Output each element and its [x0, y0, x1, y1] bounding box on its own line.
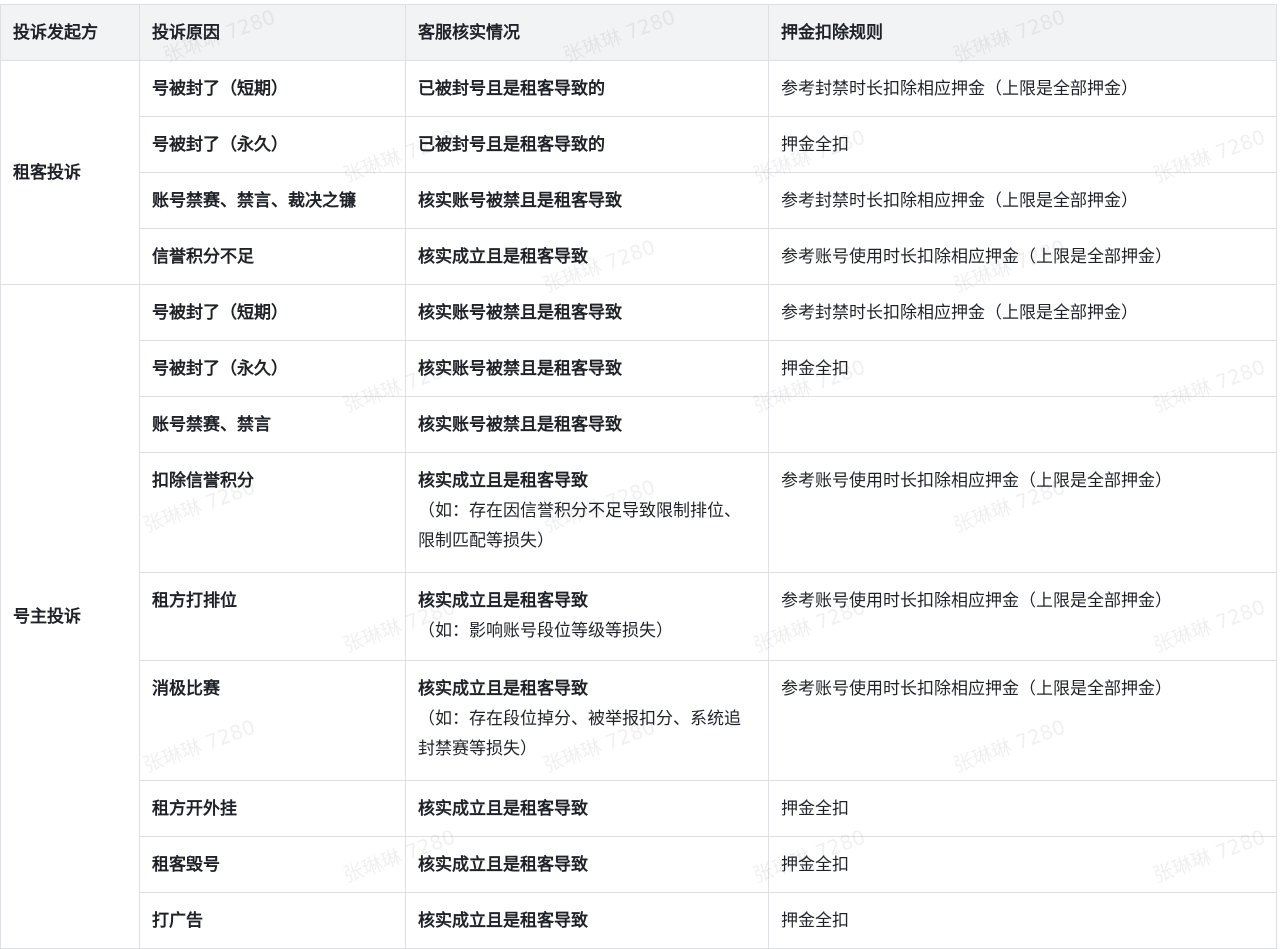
- verify-text: 核实账号被禁且是租客导致: [418, 303, 622, 323]
- rule-cell: [768, 396, 1277, 453]
- table-row: 信誉积分不足 核实成立且是租客导致 参考账号使用时长扣除相应押金（上限是全部押金…: [1, 228, 1277, 285]
- verify-cell: 已被封号且是租客导致的: [405, 60, 769, 117]
- verify-cell: 核实成立且是租客导致: [405, 892, 769, 949]
- reason-cell: 号被封了（短期）: [139, 60, 406, 117]
- table-row: 租方开外挂 核实成立且是租客导致 押金全扣: [1, 780, 1277, 837]
- verify-cell: 核实成立且是租客导致 （如：影响账号段位等级等损失）: [405, 572, 769, 661]
- header-verify: 客服核实情况: [405, 4, 769, 61]
- verify-text: 核实成立且是租客导致: [418, 911, 588, 931]
- table-row: 号被封了（永久） 已被封号且是租客导致的 押金全扣: [1, 116, 1277, 173]
- rule-cell: 参考封禁时长扣除相应押金（上限是全部押金）: [768, 60, 1277, 117]
- rule-cell: 参考封禁时长扣除相应押金（上限是全部押金）: [768, 172, 1277, 229]
- reason-cell: 账号禁赛、禁言、裁决之镰: [139, 172, 406, 229]
- rule-cell: 押金全扣: [768, 116, 1277, 173]
- rule-cell: 押金全扣: [768, 836, 1277, 893]
- reason-cell: 消极比赛: [139, 660, 406, 781]
- reason-cell: 号被封了（永久）: [139, 116, 406, 173]
- table-row: 号主投诉 号被封了（短期） 核实账号被禁且是租客导致 参考封禁时长扣除相应押金（…: [0, 284, 1277, 949]
- table-row: 打广告 核实成立且是租客导致 押金全扣: [1, 892, 1277, 949]
- verify-cell: 核实成立且是租客导致: [405, 836, 769, 893]
- verify-note: （如：存在段位掉分、被举报扣分、系统追封禁赛等损失）: [418, 709, 741, 759]
- verify-text: 核实成立且是租客导致: [418, 855, 588, 875]
- party-cell-owner: 号主投诉: [0, 284, 140, 949]
- header-reason: 投诉原因: [139, 4, 406, 61]
- party-cell-tenant: 租客投诉: [0, 60, 140, 285]
- verify-text: 核实账号被禁且是租客导致: [418, 415, 622, 435]
- table-row: 账号禁赛、禁言、裁决之镰 核实账号被禁且是租客导致 参考封禁时长扣除相应押金（上…: [1, 172, 1277, 229]
- reason-cell: 信誉积分不足: [139, 228, 406, 285]
- verify-cell: 核实账号被禁且是租客导致: [405, 396, 769, 453]
- verify-note: （如：存在因信誉积分不足导致限制排位、限制匹配等损失）: [418, 501, 741, 551]
- rule-cell: 押金全扣: [768, 340, 1277, 397]
- rule-cell: 参考账号使用时长扣除相应押金（上限是全部押金）: [768, 660, 1277, 781]
- reason-cell: 租客毁号: [139, 836, 406, 893]
- verify-text: 核实成立且是租客导致: [418, 591, 588, 611]
- reason-cell: 扣除信誉积分: [139, 452, 406, 573]
- verify-text: 核实成立且是租客导致: [418, 247, 588, 267]
- reason-cell: 号被封了（短期）: [139, 284, 406, 341]
- verify-note: （如：影响账号段位等级等损失）: [418, 621, 673, 641]
- table-row: 租客毁号 核实成立且是租客导致 押金全扣: [1, 836, 1277, 893]
- verify-cell: 核实成立且是租客导致 （如：存在因信誉积分不足导致限制排位、限制匹配等损失）: [405, 452, 769, 573]
- table-row: 租方打排位 核实成立且是租客导致 （如：影响账号段位等级等损失） 参考账号使用时…: [1, 572, 1277, 661]
- verify-text: 核实成立且是租客导致: [418, 471, 588, 491]
- verify-cell: 核实成立且是租客导致: [405, 780, 769, 837]
- reason-cell: 打广告: [139, 892, 406, 949]
- table-row: 扣除信誉积分 核实成立且是租客导致 （如：存在因信誉积分不足导致限制排位、限制匹…: [1, 452, 1277, 573]
- verify-cell: 核实成立且是租客导致: [405, 228, 769, 285]
- verify-text: 核实账号被禁且是租客导致: [418, 191, 622, 211]
- verify-cell: 已被封号且是租客导致的: [405, 116, 769, 173]
- table-row: 消极比赛 核实成立且是租客导致 （如：存在段位掉分、被举报扣分、系统追封禁赛等损…: [1, 660, 1277, 781]
- reason-cell: 账号禁赛、禁言: [139, 396, 406, 453]
- table-row: 账号禁赛、禁言 核实账号被禁且是租客导致: [1, 396, 1277, 453]
- header-rule: 押金扣除规则: [768, 4, 1277, 61]
- table-row: 租客投诉 号被封了（短期） 已被封号且是租客导致的 参考封禁时长扣除相应押金（上…: [0, 60, 1277, 285]
- rule-cell: 参考封禁时长扣除相应押金（上限是全部押金）: [768, 284, 1277, 341]
- header-party: 投诉发起方: [0, 4, 140, 61]
- rule-cell: 参考账号使用时长扣除相应押金（上限是全部押金）: [768, 572, 1277, 661]
- verify-cell: 核实成立且是租客导致 （如：存在段位掉分、被举报扣分、系统追封禁赛等损失）: [405, 660, 769, 781]
- table-row: 号被封了（永久） 核实账号被禁且是租客导致 押金全扣: [1, 340, 1277, 397]
- verify-text: 核实成立且是租客导致: [418, 799, 588, 819]
- rule-cell: 押金全扣: [768, 780, 1277, 837]
- verify-text: 核实成立且是租客导致: [418, 679, 588, 699]
- reason-cell: 租方开外挂: [139, 780, 406, 837]
- reason-cell: 号被封了（永久）: [139, 340, 406, 397]
- verify-text: 已被封号且是租客导致的: [418, 135, 605, 155]
- reason-cell: 租方打排位: [139, 572, 406, 661]
- rule-cell: 押金全扣: [768, 892, 1277, 949]
- verify-text: 已被封号且是租客导致的: [418, 79, 605, 99]
- deposit-rules-table: 投诉发起方 投诉原因 客服核实情况 押金扣除规则 租客投诉 号被封了（短期） 已…: [0, 4, 1277, 949]
- verify-cell: 核实账号被禁且是租客导致: [405, 340, 769, 397]
- rule-cell: 参考账号使用时长扣除相应押金（上限是全部押金）: [768, 452, 1277, 573]
- verify-text: 核实账号被禁且是租客导致: [418, 359, 622, 379]
- verify-cell: 核实账号被禁且是租客导致: [405, 284, 769, 341]
- table-header-row: 投诉发起方 投诉原因 客服核实情况 押金扣除规则: [0, 4, 1277, 61]
- rule-cell: 参考账号使用时长扣除相应押金（上限是全部押金）: [768, 228, 1277, 285]
- verify-cell: 核实账号被禁且是租客导致: [405, 172, 769, 229]
